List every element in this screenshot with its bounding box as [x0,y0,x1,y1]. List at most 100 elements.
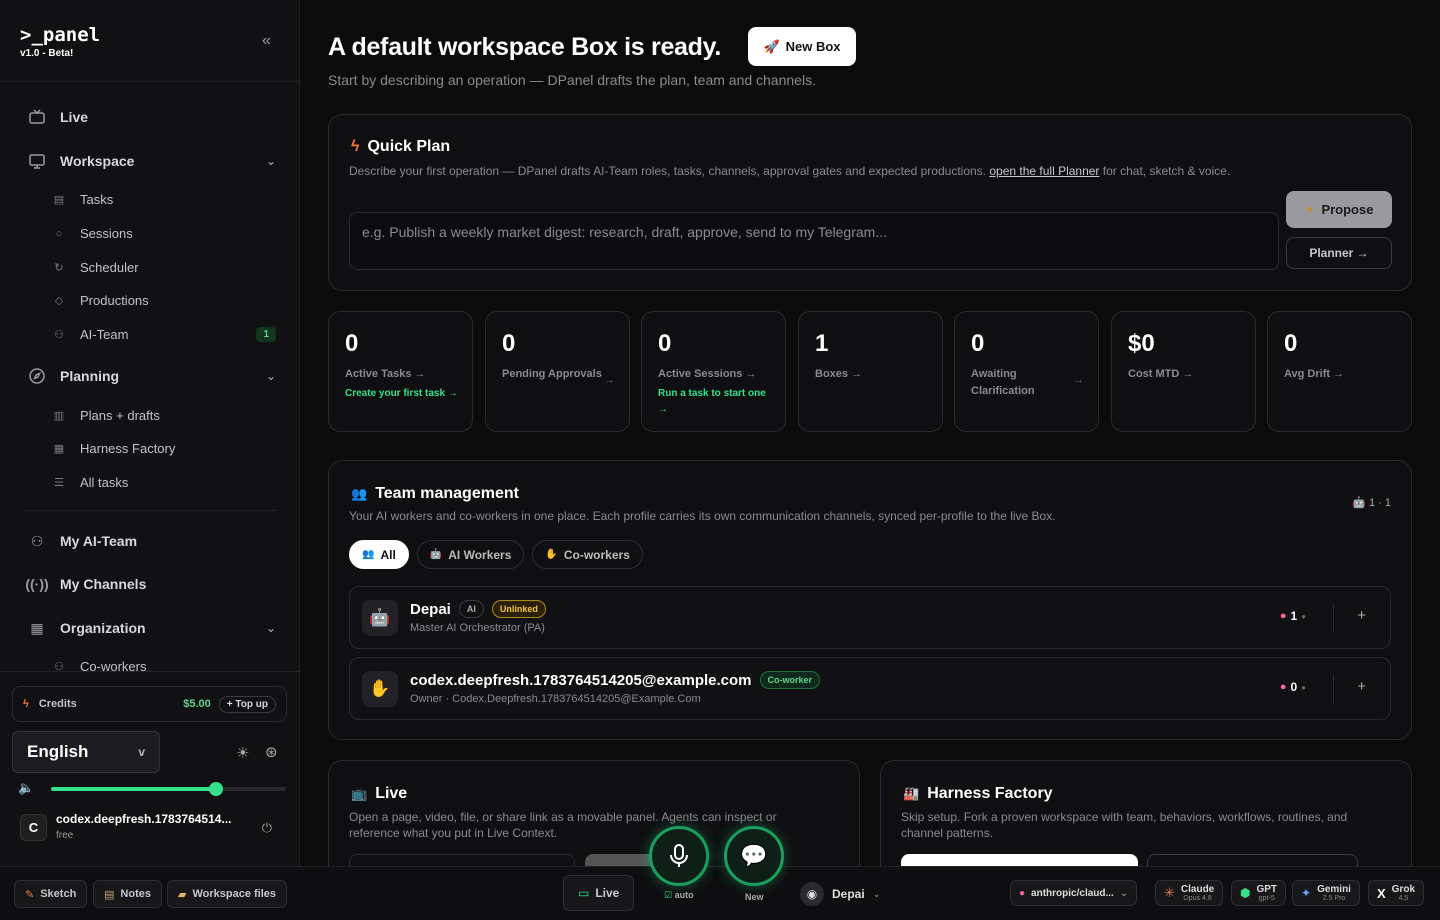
divider [24,510,276,511]
model-gpt-button[interactable]: ⬢ GPT gpt-5 [1231,880,1287,906]
notes-label: Notes [120,888,151,900]
notes-button[interactable]: ▤ Notes [93,880,162,908]
chevron-down-icon[interactable]: ⌄ [266,154,276,168]
channel-count[interactable]: ● 0 ● [1280,680,1306,694]
user-profile[interactable]: C codex.deepfresh.1783764514... free ⏻ [20,812,280,844]
gemini-icon: ✦ [1301,886,1312,900]
stat-card-active-tasks[interactable]: 0 Active Tasks → Create your first task … [328,311,473,432]
model-claude-button[interactable]: ✳ Claude Opus 4.8 [1155,880,1224,906]
team-title-text: Team management [375,485,519,502]
stat-card-pending-approvals[interactable]: 0 Pending Approvals → [485,311,630,432]
folder-icon: ▰ [178,888,187,901]
live-toggle-button[interactable]: ▭ Live [563,875,635,911]
live-url-input[interactable] [349,854,575,866]
sidebar-item-sessions[interactable]: ○ Sessions [52,226,276,241]
user-plan: free [56,830,74,841]
sidebar-item-scheduler[interactable]: ↻ Scheduler [52,260,276,275]
power-icon[interactable]: ⏻ [262,820,272,836]
sidebar-item-tasks[interactable]: ▤ Tasks [52,192,276,207]
team-member-row[interactable]: 🤖 Depai AI Unlinked Master AI Orchestrat… [349,586,1391,649]
monitor-icon [28,152,46,170]
stat-value: 0 [345,330,359,357]
auto-toggle[interactable]: ☑ auto [664,890,694,901]
cube-icon: ◇ [54,295,64,307]
sidebar-item-harness-factory[interactable]: ▦ Harness Factory [52,441,276,456]
model-name: GPT [1256,884,1278,895]
member-name-text: codex.deepfresh.1783764514205@example.co… [410,671,752,689]
openai-icon: ⬢ [1240,886,1251,900]
volume-slider-knob[interactable] [208,782,223,796]
stat-card-cost-mtd[interactable]: $0 Cost MTD → [1111,311,1256,432]
tab-co-workers[interactable]: ✋ Co-workers [532,540,643,569]
workspace-files-button[interactable]: ▰ Workspace files [167,880,288,908]
quick-plan-input[interactable]: e.g. Publish a weekly market digest: res… [349,212,1279,270]
run-task-link[interactable]: Run a task to start one → [658,386,778,418]
co-worker-badge: Co-worker [759,671,821,689]
chevron-down-icon[interactable]: ⌄ [266,621,276,635]
sidebar-item-co-workers[interactable]: ⚇ Co-workers [52,659,276,671]
model-version: gpt-5 [1258,895,1275,902]
chat-dot-icon: ● [1279,681,1287,693]
help-lifebuoy-icon[interactable]: ⊛ [265,743,278,761]
tab-label: AI Workers [448,547,512,562]
sidebar-item-my-ai-team[interactable]: ⚇ My AI-Team [28,532,276,550]
team-member-row[interactable]: ✋ codex.deepfresh.1783764514205@example.… [349,657,1391,720]
tab-ai-workers[interactable]: 🤖 AI Workers [416,540,525,569]
new-chat-button[interactable]: 💬 [724,826,784,886]
x-icon: X [1377,885,1386,901]
member-role: Master AI Orchestrator (PA) [410,622,545,634]
tv-icon [28,108,46,126]
model-gemini-button[interactable]: ✦ Gemini 2.5 Pro [1292,880,1360,906]
sidebar-item-productions[interactable]: ◇ Productions [52,293,276,308]
add-channel-icon[interactable]: + [1357,607,1366,624]
microphone-button[interactable] [649,826,709,886]
compass-icon [28,367,46,385]
tab-all[interactable]: 👥 All [349,540,409,569]
sidebar-item-workspace[interactable]: Workspace ⌄ [28,152,276,170]
open-planner-link[interactable]: open the full Planner [989,164,1099,178]
model-select[interactable]: ● anthropic/claud... ⌄ [1010,880,1138,906]
language-select[interactable]: English v [12,731,160,773]
broadcast-icon: ((·)) [25,576,49,592]
top-up-button[interactable]: + Top up [218,695,276,713]
collapse-sidebar-icon[interactable]: « [262,32,271,50]
sun-icon[interactable]: ☀ [236,744,249,762]
harness-factory-card: 🏭 Harness Factory Skip setup. Fork a prov… [880,760,1412,866]
member-role: Owner · Codex.Deepfresh.1783764514205@Ex… [410,693,701,705]
tab-label: Co-workers [563,547,630,562]
sidebar-item-live[interactable]: Live [28,108,276,126]
hand-avatar-icon: ✋ [362,671,398,707]
users-icon: ⚇ [30,532,44,549]
stat-card-active-sessions[interactable]: 0 Active Sessions → Run a task to start … [641,311,786,432]
volume-icon[interactable]: 🔈 [18,780,34,796]
app-logo[interactable]: >_panel [20,24,100,46]
propose-button[interactable]: ✦ Propose [1286,191,1392,228]
agent-select[interactable]: ◉ Depai ⌄ [800,882,880,906]
sidebar-item-planning[interactable]: Planning ⌄ [28,367,276,385]
sketch-button[interactable]: ✎ Sketch [14,880,88,908]
model-grok-button[interactable]: X Grok 4.5 [1368,880,1425,906]
divider [1333,603,1334,633]
sidebar-item-plans-drafts[interactable]: ▥ Plans + drafts [52,408,276,423]
planner-button[interactable]: Planner → [1286,237,1392,269]
stat-card-boxes[interactable]: 1 Boxes → [798,311,943,432]
new-box-button[interactable]: 🚀 New Box [748,27,856,66]
browse-harness-button[interactable] [901,854,1138,866]
stat-label: Active Tasks → [345,368,426,380]
stat-card-awaiting-clarification[interactable]: 0 Awaiting Clarification → [954,311,1099,432]
sidebar-item-all-tasks[interactable]: ☰ All tasks [52,475,276,490]
bolt-icon: ϟ [351,138,360,155]
channel-count-value: 1 [1290,609,1298,623]
sidebar-item-ai-team[interactable]: ⚇ AI-Team 1 [52,327,276,342]
new-label: New [745,892,764,902]
sidebar-item-label: AI-Team [80,327,129,342]
sidebar-item-organization[interactable]: ▦ Organization ⌄ [28,619,276,637]
add-channel-icon[interactable]: + [1357,678,1366,695]
fork-harness-button[interactable] [1147,854,1358,866]
volume-slider[interactable] [51,782,286,796]
channel-count[interactable]: ● 1 ● [1280,609,1306,623]
chevron-down-icon[interactable]: ⌄ [266,369,276,383]
sidebar-item-my-channels[interactable]: ((·)) My Channels [25,575,276,593]
create-first-task-link[interactable]: Create your first task → [345,386,465,402]
stat-card-avg-drift[interactable]: 0 Avg Drift → [1267,311,1412,432]
